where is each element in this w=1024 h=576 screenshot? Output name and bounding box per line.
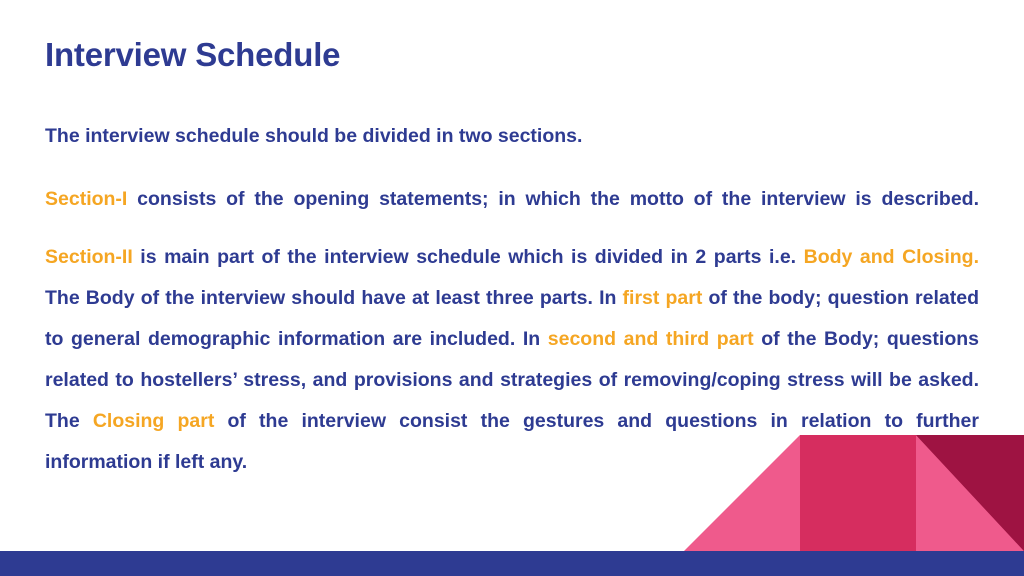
intro-text: The interview schedule should be divided…: [45, 124, 583, 147]
section-one-label: Section-I: [45, 187, 128, 210]
section-one-text: consists of the opening statements; in w…: [127, 187, 979, 210]
highlight-body-and-closing: Body and Closing.: [803, 245, 979, 268]
slide-content: Interview Schedule The interview schedul…: [45, 36, 979, 483]
paragraph-section-two: Section-II is main part of the interview…: [45, 237, 979, 483]
highlight-closing-part: Closing part: [92, 409, 215, 432]
paragraph-intro: The interview schedule should be divided…: [45, 116, 979, 157]
page-title: Interview Schedule: [45, 36, 341, 73]
section-two-label: Section-II: [45, 245, 133, 268]
section-two-seg-2: The Body of the interview should have at…: [45, 286, 623, 309]
footer-bar: [0, 551, 1024, 576]
highlight-second-and-third-part: second and third part: [547, 327, 754, 350]
section-two-seg-1: is main part of the interview schedule w…: [132, 245, 804, 268]
slide-canvas: Interview Schedule The interview schedul…: [0, 0, 1024, 576]
highlight-first-part: first part: [622, 286, 703, 309]
paragraph-section-one: Section-I consists of the opening statem…: [45, 179, 979, 220]
